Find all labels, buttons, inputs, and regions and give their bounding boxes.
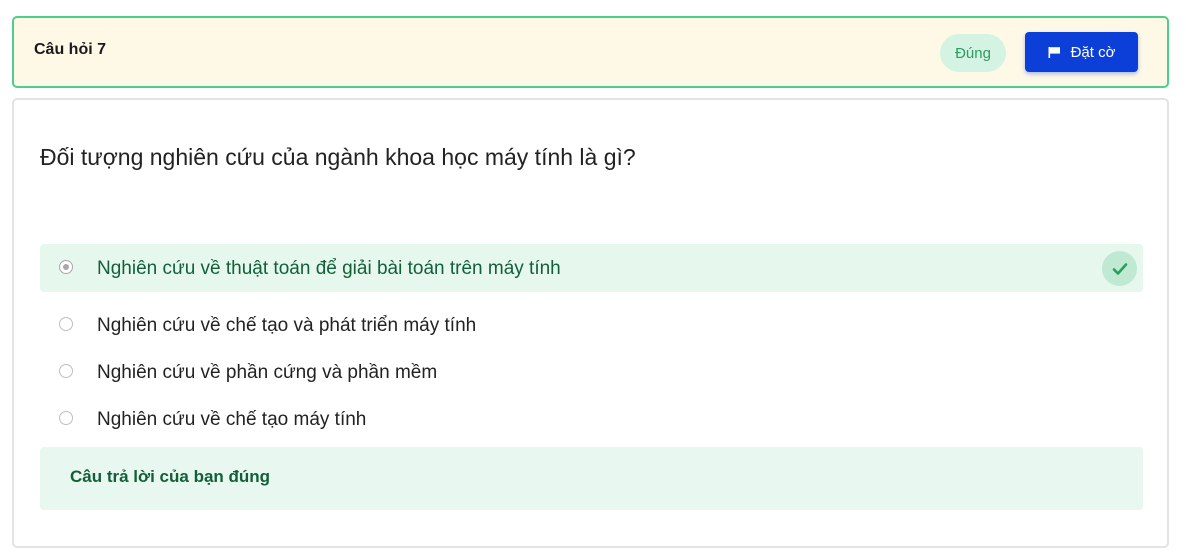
feedback-box: Câu trả lời của bạn đúng	[40, 447, 1143, 510]
radio-button[interactable]	[59, 411, 73, 425]
answer-option[interactable]: Nghiên cứu về chế tạo và phát triển máy …	[40, 301, 1143, 349]
answer-option[interactable]: Nghiên cứu về chế tạo máy tính	[40, 395, 1143, 443]
answer-option[interactable]: Nghiên cứu về thuật toán để giải bài toá…	[40, 244, 1143, 292]
check-icon	[1102, 251, 1137, 286]
answer-option-label: Nghiên cứu về chế tạo máy tính	[97, 409, 367, 430]
radio-button-selected[interactable]	[59, 260, 73, 274]
question-text: Đối tượng nghiên cứu của ngành khoa học …	[40, 144, 636, 170]
question-header: Câu hỏi 7 Đúng Đặt cờ	[12, 16, 1169, 88]
answer-option-label: Nghiên cứu về phần cứng và phần mềm	[97, 362, 438, 383]
feedback-text: Câu trả lời của bạn đúng	[70, 467, 271, 486]
flag-icon	[1048, 46, 1061, 58]
answer-option[interactable]: Nghiên cứu về phần cứng và phần mềm	[40, 348, 1143, 396]
answer-option-label: Nghiên cứu về thuật toán để giải bài toá…	[97, 258, 561, 279]
radio-button[interactable]	[59, 364, 73, 378]
radio-button[interactable]	[59, 317, 73, 331]
question-number: Câu hỏi 7	[34, 41, 107, 58]
question-card: Đối tượng nghiên cứu của ngành khoa học …	[12, 98, 1169, 548]
answer-option-label: Nghiên cứu về chế tạo và phát triển máy …	[97, 315, 477, 336]
status-badge: Đúng	[940, 34, 1006, 72]
flag-button[interactable]: Đặt cờ	[1025, 32, 1138, 72]
flag-button-label: Đặt cờ	[1070, 43, 1116, 61]
